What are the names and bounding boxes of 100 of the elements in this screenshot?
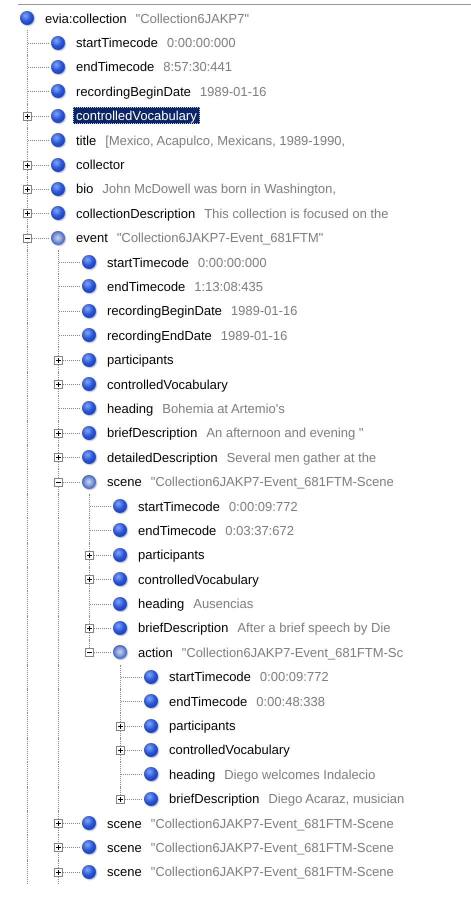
node-icon (144, 694, 158, 708)
node-icon (82, 864, 96, 879)
node-value: Bohemia at Artemio's (162, 400, 285, 416)
expand-toggle[interactable] (85, 624, 94, 633)
tree-item-label[interactable]: event (73, 229, 111, 246)
node-icon (82, 840, 96, 854)
node-value: "Collection6JAKP7-Event_681FTM-Sc (182, 644, 404, 660)
node-value: "Collection6JAKP7-Event_681FTM-Scene (150, 840, 394, 855)
expand-toggle[interactable] (116, 722, 125, 731)
node-icon (82, 255, 96, 270)
node-icon (51, 60, 65, 74)
tree-item-label[interactable]: startTimecode (135, 498, 223, 514)
tree-item-label[interactable]: heading (166, 766, 218, 783)
tree-item-label[interactable]: endTimecode (73, 58, 158, 76)
tree-item-label[interactable]: endTimecode (135, 522, 220, 539)
node-icon (113, 523, 127, 538)
node-value: 0:00:00:000 (198, 254, 267, 270)
expand-toggle[interactable] (116, 794, 125, 804)
expand-toggle[interactable] (85, 575, 94, 584)
tree-item-label[interactable]: briefDescription (166, 790, 262, 808)
expand-toggle[interactable] (54, 819, 63, 828)
tree-item-label[interactable]: startTimecode (73, 34, 161, 52)
tree-item-label[interactable]: recordingBeginDate (73, 82, 194, 100)
tree-item-label[interactable]: participants (166, 717, 238, 734)
node-value: [Mexico, Acapulco, Mexicans, 1989-1990, (105, 132, 346, 148)
tree-item-label[interactable]: participants (135, 546, 208, 564)
tree-item-label[interactable]: controlledVocabulary (73, 107, 200, 124)
tree-item-label[interactable]: endTimecode (166, 692, 250, 710)
node-icon (144, 670, 158, 684)
node-value: "Collection6JAKP7-Event_681FTM-Scene (150, 816, 394, 831)
expand-toggle[interactable] (85, 550, 94, 560)
node-value: "Collection6JAKP7-Event_681FTM" (116, 230, 324, 246)
tree-item-label[interactable]: action (135, 644, 176, 661)
node-value: Diego welcomes Indalecio (224, 766, 376, 782)
node-value: 0:00:09:772 (260, 669, 329, 684)
tree-item-label[interactable]: endTimecode (104, 278, 188, 295)
tree-item-label[interactable]: recordingEndDate (104, 326, 215, 344)
node-icon (113, 572, 127, 586)
node-icon (51, 158, 65, 172)
collapse-toggle[interactable] (23, 234, 32, 243)
node-icon (113, 596, 127, 611)
tree-item-label[interactable]: recordingBeginDate (104, 302, 225, 320)
tree-item-label[interactable]: collector (73, 156, 128, 174)
expand-toggle[interactable] (54, 843, 63, 852)
tree-item-label[interactable]: scene (104, 473, 145, 490)
tree-item-label[interactable]: controlledVocabulary (104, 376, 231, 393)
node-icon (51, 182, 65, 196)
node-value: After a brief speech by Die (237, 620, 391, 636)
node-value: 1989-01-16 (200, 84, 266, 99)
expand-toggle[interactable] (23, 112, 32, 121)
node-icon (51, 133, 65, 148)
expand-toggle[interactable] (54, 453, 63, 462)
node-icon (144, 742, 158, 757)
node-icon (51, 108, 65, 123)
expand-toggle[interactable] (116, 746, 125, 755)
expand-toggle[interactable] (54, 380, 63, 390)
expand-toggle[interactable] (23, 184, 32, 194)
node-value: "Collection6JAKP7-Event_681FTM-Scene (150, 474, 394, 490)
collapse-toggle[interactable] (54, 478, 63, 487)
tree-item-label[interactable]: heading (135, 595, 188, 612)
expand-toggle[interactable] (54, 428, 63, 438)
node-value: "Collection6JAKP7-Event_681FTM-Scene (150, 864, 394, 880)
tree-item-label[interactable]: briefDescription (135, 619, 232, 636)
collapse-toggle[interactable] (85, 648, 94, 658)
node-icon (144, 718, 158, 733)
tree-item-label[interactable]: scene (104, 863, 145, 880)
node-icon (82, 279, 96, 294)
node-icon (82, 401, 96, 416)
tree-item-label[interactable]: scene (104, 814, 145, 832)
tree-item-label[interactable]: startTimecode (104, 254, 192, 271)
node-value: 8:57:30:441 (163, 59, 232, 74)
tree-item-label[interactable]: detailedDescription (104, 448, 221, 466)
node-value: Several men gather at the (226, 450, 376, 465)
tree-item-label[interactable]: collectionDescription (73, 204, 198, 222)
node-icon (82, 352, 96, 367)
node-icon (51, 36, 65, 50)
tree-item-label[interactable]: evia:collection (42, 10, 130, 27)
node-icon (82, 304, 96, 318)
node-value: 0:00:00:000 (166, 35, 236, 50)
node-icon (144, 792, 158, 806)
tree-item-label[interactable]: bio (73, 180, 96, 198)
node-icon (51, 230, 65, 245)
node-value: 1989-01-16 (220, 328, 288, 343)
expand-toggle[interactable] (23, 209, 32, 218)
expand-toggle[interactable] (54, 356, 63, 365)
tree-item-label[interactable]: scene (104, 838, 145, 856)
tree-item-label[interactable]: startTimecode (166, 668, 254, 686)
tree-item-label[interactable]: title (73, 132, 100, 149)
tree-item-label[interactable]: controlledVocabulary (166, 741, 293, 758)
node-value: 0:00:48:338 (256, 694, 325, 709)
tree-item-label[interactable]: heading (104, 400, 156, 417)
node-value: Ausencias (193, 596, 254, 612)
node-value: 1989-01-16 (230, 303, 298, 318)
tree-item-label[interactable]: controlledVocabulary (135, 570, 262, 588)
expand-toggle[interactable] (23, 160, 32, 170)
node-icon (82, 816, 96, 830)
expand-toggle[interactable] (54, 868, 63, 877)
node-value: 0:00:09:772 (228, 498, 298, 514)
tree-item-label[interactable]: participants (104, 351, 176, 368)
tree-item-label[interactable]: briefDescription (104, 424, 200, 442)
